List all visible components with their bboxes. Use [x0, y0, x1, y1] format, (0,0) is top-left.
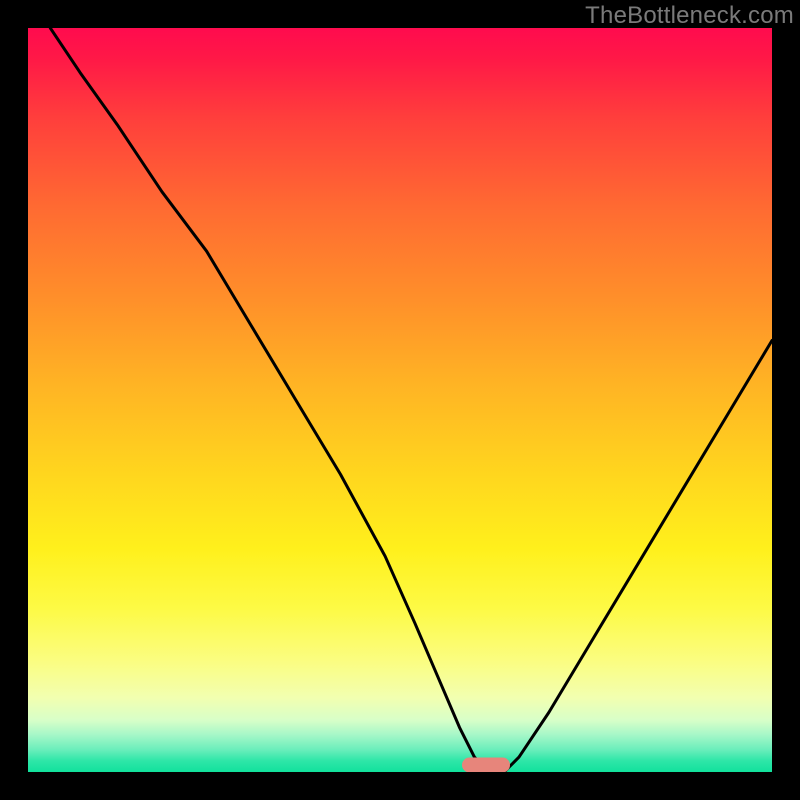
- optimal-point-marker: [462, 757, 510, 772]
- plot-area: [28, 28, 772, 772]
- bottleneck-curve: [28, 28, 772, 772]
- chart-frame: TheBottleneck.com: [0, 0, 800, 800]
- watermark-text: TheBottleneck.com: [585, 2, 794, 30]
